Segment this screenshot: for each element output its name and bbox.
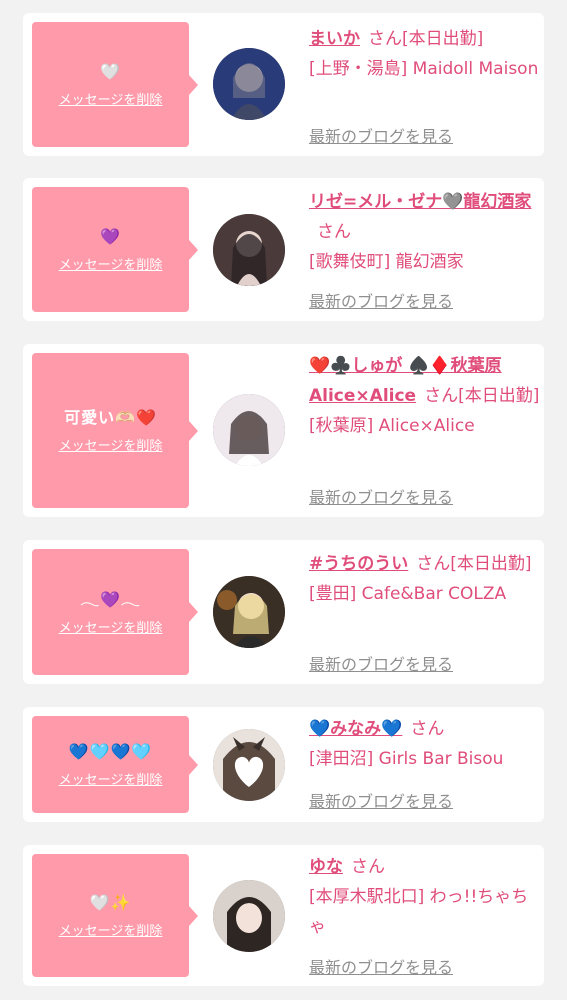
cast-name-link[interactable]: リゼ=メル・ゼナ🩶龍幻酒家 [309, 192, 531, 212]
cast-name-link[interactable]: ゆな [309, 857, 343, 877]
message-card: 💜 メッセージを削除 リゼ=メル・ゼナ🩶龍幻酒家さん [歌舞伎町] 龍幻酒家 最… [23, 178, 544, 321]
blog-link[interactable]: 最新のブログを見る [309, 788, 453, 812]
shop-text: [津田沼] Girls Bar Bisou [309, 749, 504, 769]
cast-name-link[interactable]: #うちのうい [309, 554, 408, 574]
message-card: 𓂃💜𓂃 メッセージを削除 #うちのうい さん[本日出勤] [豊田] Cafe&Ba… [23, 540, 544, 684]
message-bubble: 可愛い🫶🏻❤️ メッセージを削除 [32, 353, 198, 508]
message-card: 💙🩵💙🩵 メッセージを削除 💙みなみ💙 さん [津田沼] Girls Bar Bi… [23, 707, 544, 822]
cast-name-link[interactable]: まいか [309, 29, 360, 49]
cast-info: ❤️♣️しゅが ♠️♦️秋葉原Alice×Alice さん[本日出勤] [秋葉原]… [309, 351, 541, 441]
delete-message-link[interactable]: メッセージを削除 [59, 617, 163, 636]
shop-text: [本厚木駅北口] わっ!!ちゃちゃ [309, 887, 529, 937]
blog-link[interactable]: 最新のブログを見る [309, 954, 453, 978]
message-bubble: 🤍 メッセージを削除 [32, 22, 198, 147]
delete-message-link[interactable]: メッセージを削除 [59, 254, 163, 273]
message-card: 🤍 メッセージを削除 まいか さん[本日出勤] [上野・湯島] Maidoll M… [23, 13, 544, 156]
shop-text: [上野・湯島] Maidoll Maison [309, 59, 539, 79]
message-text: 💙🩵💙🩵 [68, 742, 153, 761]
status-text: [本日出勤] [402, 29, 484, 49]
message-text: 🤍 [100, 62, 121, 81]
message-text: 🤍✨ [89, 893, 132, 912]
delete-message-link[interactable]: メッセージを削除 [59, 920, 163, 939]
avatar[interactable] [213, 880, 285, 952]
honorific: さん [410, 719, 445, 739]
honorific: さん [368, 29, 402, 49]
shop-text: [豊田] Cafe&Bar COLZA [309, 584, 507, 604]
status-text: [本日出勤] [450, 554, 532, 574]
avatar[interactable] [213, 576, 285, 648]
message-bubble: 🤍✨ メッセージを削除 [32, 854, 198, 977]
avatar[interactable] [213, 394, 285, 466]
cast-info: ゆな さん [本厚木駅北口] わっ!!ちゃちゃ [309, 852, 541, 942]
message-bubble: 💙🩵💙🩵 メッセージを削除 [32, 716, 198, 813]
honorific: さん [416, 554, 451, 574]
cast-info: 💙みなみ💙 さん [津田沼] Girls Bar Bisou [309, 714, 541, 774]
message-bubble: 💜 メッセージを削除 [32, 187, 198, 312]
shop-text: [秋葉原] Alice×Alice [309, 416, 475, 436]
avatar[interactable] [213, 214, 285, 286]
message-text: 𓂃💜𓂃 [80, 589, 141, 609]
message-card: 可愛い🫶🏻❤️ メッセージを削除 ❤️♣️しゅが ♠️♦️秋葉原Alice×Al… [23, 344, 544, 517]
cast-info: #うちのうい さん[本日出勤] [豊田] Cafe&Bar COLZA [309, 549, 541, 609]
message-bubble: 𓂃💜𓂃 メッセージを削除 [32, 549, 198, 675]
honorific: さん [424, 386, 459, 406]
honorific: さん [317, 222, 351, 242]
delete-message-link[interactable]: メッセージを削除 [59, 769, 163, 788]
cast-info: まいか さん[本日出勤] [上野・湯島] Maidoll Maison [309, 24, 541, 84]
blog-link[interactable]: 最新のブログを見る [309, 651, 453, 675]
message-card: 🤍✨ メッセージを削除 ゆな さん [本厚木駅北口] わっ!!ちゃちゃ 最新のブロ… [23, 845, 544, 986]
shop-text: [歌舞伎町] 龍幻酒家 [309, 252, 464, 272]
cast-info: リゼ=メル・ゼナ🩶龍幻酒家さん [歌舞伎町] 龍幻酒家 [309, 187, 541, 277]
blog-link[interactable]: 最新のブログを見る [309, 288, 453, 312]
message-text: 可愛い🫶🏻❤️ [64, 408, 157, 427]
delete-message-link[interactable]: メッセージを削除 [59, 89, 163, 108]
avatar[interactable] [213, 729, 285, 801]
status-text: [本日出勤] [458, 386, 540, 406]
blog-link[interactable]: 最新のブログを見る [309, 484, 453, 508]
cast-name-link[interactable]: 💙みなみ💙 [309, 719, 402, 739]
blog-link[interactable]: 最新のブログを見る [309, 123, 453, 147]
message-text: 💜 [100, 227, 121, 246]
avatar[interactable] [213, 48, 285, 120]
delete-message-link[interactable]: メッセージを削除 [59, 435, 163, 454]
honorific: さん [351, 857, 385, 877]
